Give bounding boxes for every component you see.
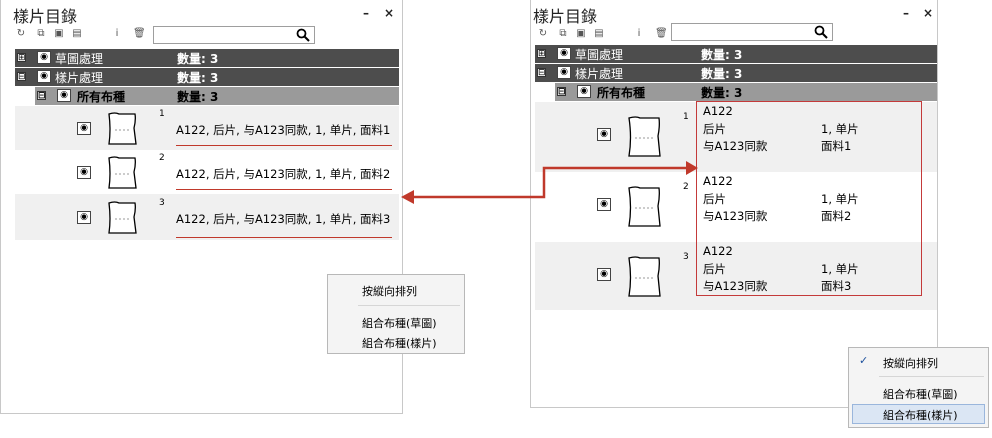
comparison-arrow (401, 161, 698, 204)
